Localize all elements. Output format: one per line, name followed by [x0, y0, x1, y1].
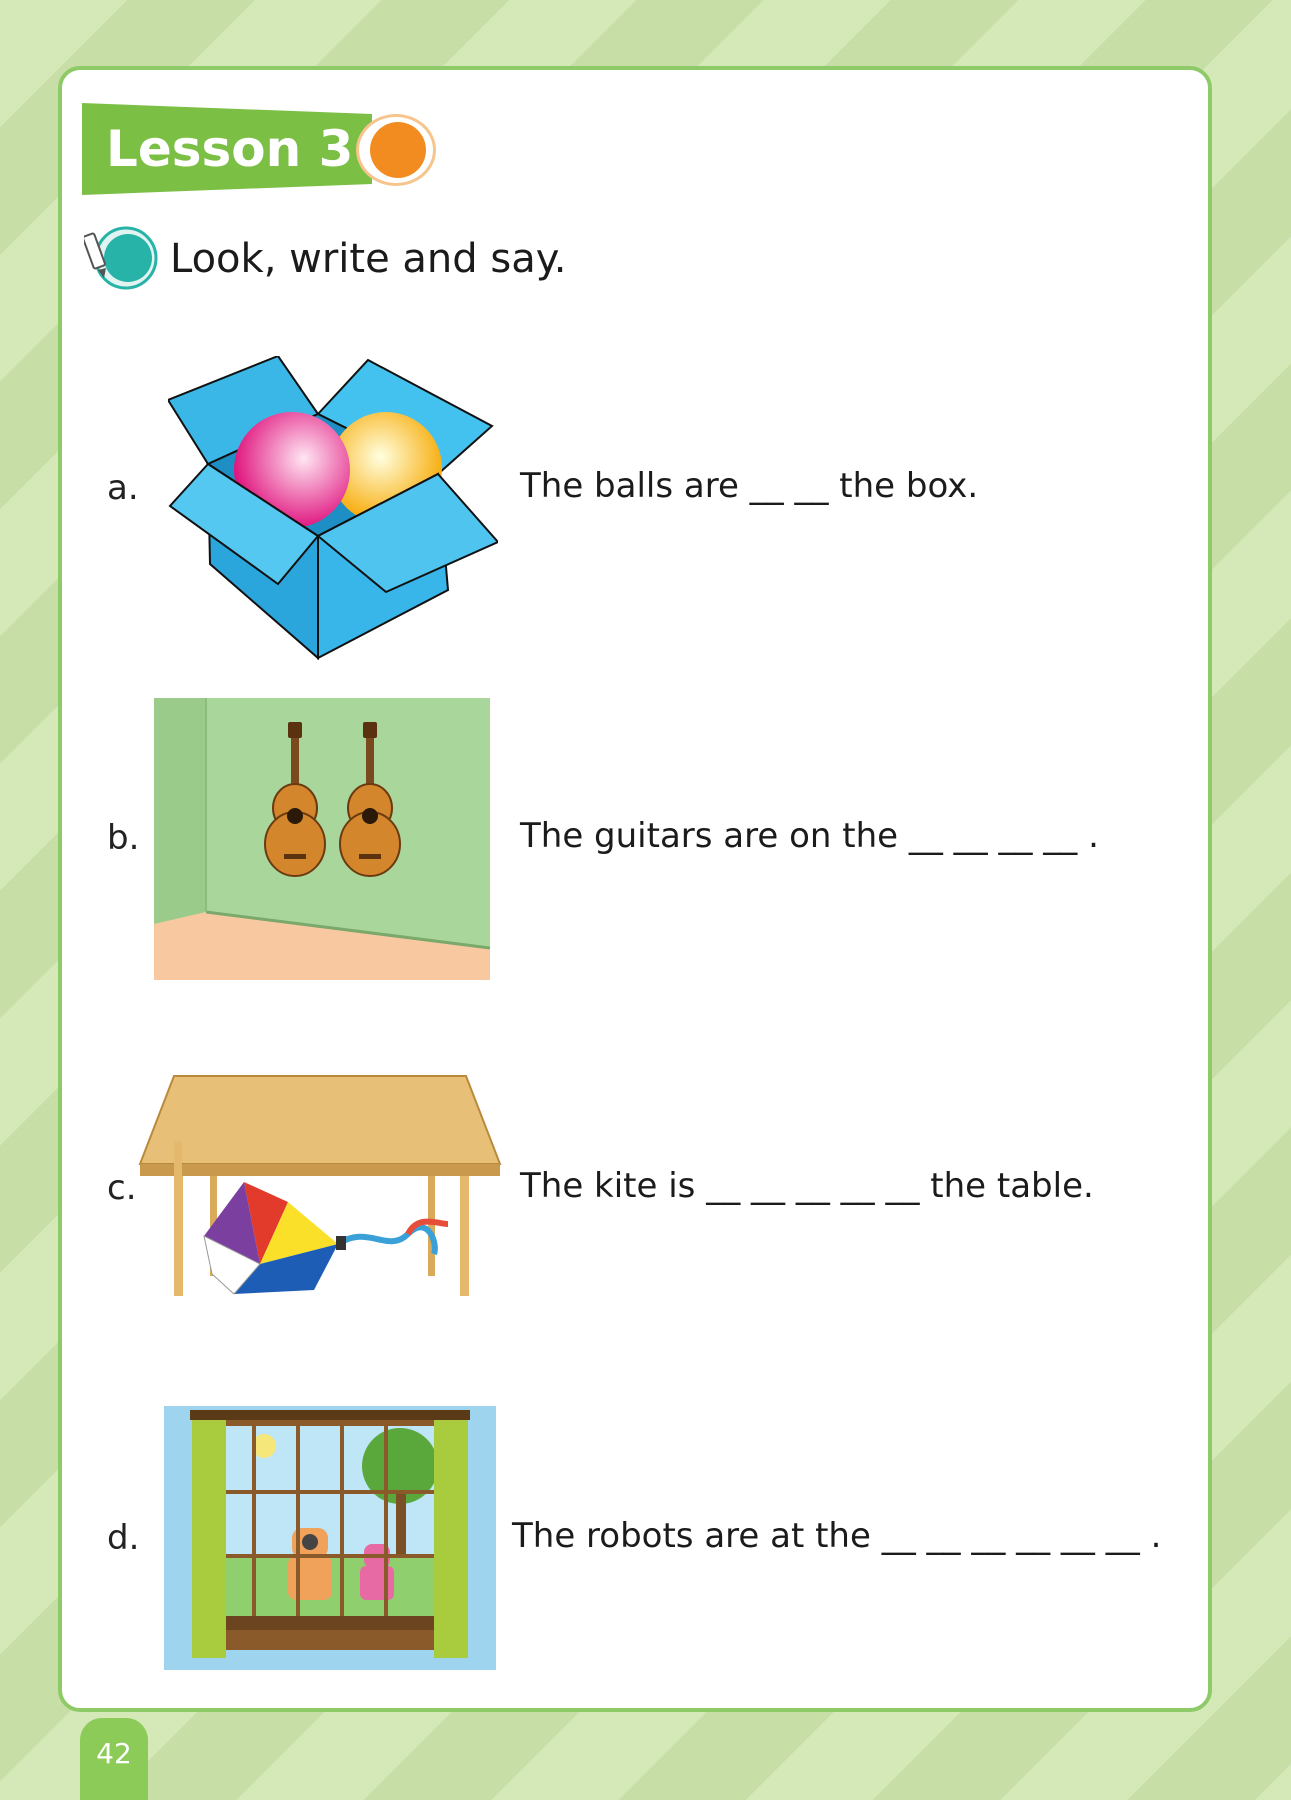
item-letter-d: d.: [107, 1518, 140, 1558]
box-with-balls-picture: [168, 356, 498, 661]
sentence-a-before: The balls are: [520, 466, 739, 506]
sentence-c-after: the table.: [930, 1166, 1094, 1206]
answer-blank-a[interactable]: __ __: [750, 466, 829, 506]
orange-dot-icon: [370, 122, 426, 178]
robot-pink: [360, 1544, 394, 1600]
answer-blank-b[interactable]: __ __ __ __: [909, 816, 1077, 856]
item-letter-a: a.: [107, 468, 139, 508]
answer-blank-c[interactable]: __ __ __ __ __: [706, 1166, 919, 1206]
robot-orange: [288, 1528, 332, 1600]
sentence-a: The balls are __ __ the box.: [520, 466, 978, 506]
pencil-circle-icon: [84, 226, 158, 290]
sentence-d: The robots are at the __ __ __ __ __ __ …: [512, 1516, 1161, 1556]
lesson-title: Lesson 3: [106, 120, 354, 178]
instruction-text: Look, write and say.: [170, 236, 567, 282]
kite: [203, 1182, 449, 1295]
item-letter-c: c.: [107, 1168, 137, 1208]
sentence-b-before: The guitars are on the: [520, 816, 899, 856]
robots-at-window-picture: [164, 1406, 496, 1670]
page-number: 42: [96, 1737, 132, 1770]
sentence-c: The kite is __ __ __ __ __ the table.: [520, 1166, 1094, 1206]
sentence-d-before: The robots are at the: [512, 1516, 871, 1556]
sentence-a-after: the box.: [839, 466, 979, 506]
sentence-c-before: The kite is: [520, 1166, 696, 1206]
sentence-b: The guitars are on the __ __ __ __ .: [520, 816, 1099, 856]
item-letter-b: b.: [107, 818, 140, 858]
sentence-d-after: .: [1150, 1516, 1162, 1556]
answer-blank-d[interactable]: __ __ __ __ __ __: [882, 1516, 1140, 1556]
sentence-b-after: .: [1088, 816, 1099, 856]
kite-under-table-picture: [138, 1075, 502, 1296]
guitars-on-wall-picture: [154, 698, 490, 980]
